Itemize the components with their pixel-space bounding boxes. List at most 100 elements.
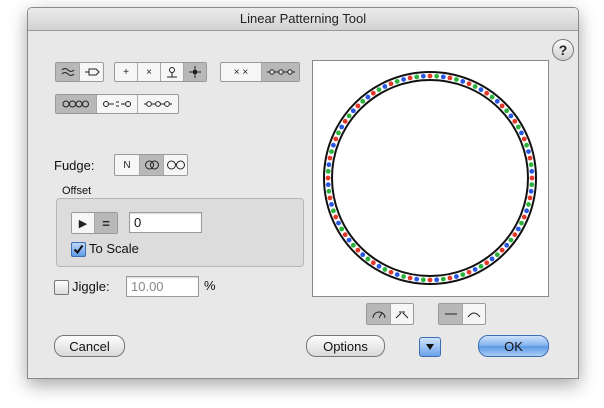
to-scale-checkbox[interactable] [71,242,86,257]
pattern-dot [420,277,426,283]
curved-line-icon[interactable] [463,304,485,324]
pattern-dot [454,77,459,82]
pattern-dot [466,81,472,87]
pattern-dot [515,124,521,130]
offset-equal-button[interactable]: = [95,213,117,233]
dialog-window: Linear Patterning Tool ? + × × × Fudge: … [27,7,579,379]
pattern-dot [529,182,535,188]
fudge-label: Fudge: [54,158,95,173]
pattern-dot [355,103,361,109]
linked-spacing-icon[interactable] [262,63,299,81]
pattern-dot [529,175,535,181]
four-circles-icon[interactable] [56,95,97,113]
pattern-dot [342,118,348,124]
pattern-dot [327,195,333,201]
pattern-dot [336,130,341,136]
offset-mode-segment: ▶ = [71,212,118,234]
pattern-dot [472,84,478,89]
wave-path-icon[interactable] [56,63,80,81]
pattern-dot [427,277,433,283]
pattern-dot [527,155,533,161]
straight-line-icon[interactable] [439,304,463,324]
pattern-dot [407,275,413,281]
path-type-segment [55,62,104,82]
fudge-none-button[interactable]: N [115,155,140,175]
spacing-cross-button[interactable]: × × [221,63,262,81]
pattern-dot [329,202,334,207]
pattern-dot [388,269,394,275]
pattern-dot [460,272,466,277]
pattern-dot [504,108,510,114]
pattern-dot [434,277,440,283]
pattern-dot [508,113,514,119]
pattern-dot [333,214,339,220]
pattern-dot [440,74,446,80]
pattern-dot [527,195,533,201]
ok-button[interactable]: OK [478,335,549,357]
pattern-dot [370,260,376,266]
linked-circles-icon[interactable] [138,95,178,113]
pattern-dot [499,247,505,253]
pattern-dot [515,226,521,232]
brush-path-icon[interactable] [80,63,103,81]
offset-value-field[interactable]: 0 [129,212,202,233]
point-cross-button[interactable]: × [138,63,161,81]
pattern-dot [447,75,453,81]
preview-view-segment [366,303,414,325]
gauge-view-icon[interactable] [367,304,391,324]
pattern-dot [521,136,527,142]
distribution-segment [55,94,179,114]
pattern-dot [494,252,500,258]
help-button[interactable]: ? [552,39,574,61]
pattern-dot [333,136,339,142]
options-menu-button[interactable] [419,337,441,357]
pattern-dot [382,267,388,272]
pattern-dot [508,237,514,243]
pattern-dot [524,208,529,214]
cancel-button[interactable]: Cancel [54,335,125,357]
pattern-dot [414,276,420,282]
pattern-dot [325,168,331,174]
pattern-dot [434,73,440,79]
pattern-dot [326,188,332,194]
pattern-dot [350,108,356,114]
pattern-dot [519,130,524,136]
pattern-dot [466,269,472,275]
pattern-dot [529,168,535,174]
pattern-dot [478,87,484,93]
to-scale-label: To Scale [89,241,139,256]
pattern-dot [440,276,446,282]
offset-group: ▶ = 0 To Scale [56,198,304,267]
pattern-dot [355,247,361,253]
pattern-dot [331,142,336,148]
point-plus-button[interactable]: + [115,63,138,81]
pattern-dot [331,208,336,214]
jiggle-value-field[interactable]: 10.00 [126,276,199,297]
pattern-dot [521,214,527,220]
pattern-dot [427,73,433,79]
triangle-down-icon [426,344,434,350]
jiggle-checkbox[interactable] [54,280,69,295]
pattern-dot [519,220,524,226]
pattern-dot [382,84,388,89]
pattern-dot [420,73,426,79]
offset-arrow-button[interactable]: ▶ [72,213,95,233]
pattern-dot [326,162,332,168]
pattern-dot [512,118,518,124]
options-button[interactable]: Options [306,335,385,357]
pattern-dot [339,226,345,232]
end-points-icon[interactable] [97,95,138,113]
checkmark-icon [73,244,84,255]
pattern-dot [346,237,352,243]
wrench-view-icon[interactable] [391,304,413,324]
center-point-icon[interactable] [184,63,206,81]
anchor-point-icon[interactable] [161,63,184,81]
pattern-dot [484,90,490,96]
point-type-segment: + × [114,62,207,82]
pattern-dot [512,232,518,238]
fudge-separate-icon[interactable] [164,155,187,175]
pattern-dot [327,155,333,161]
pattern-dot [484,260,490,266]
fudge-overlap-icon[interactable] [140,155,164,175]
pattern-dot [414,74,420,80]
